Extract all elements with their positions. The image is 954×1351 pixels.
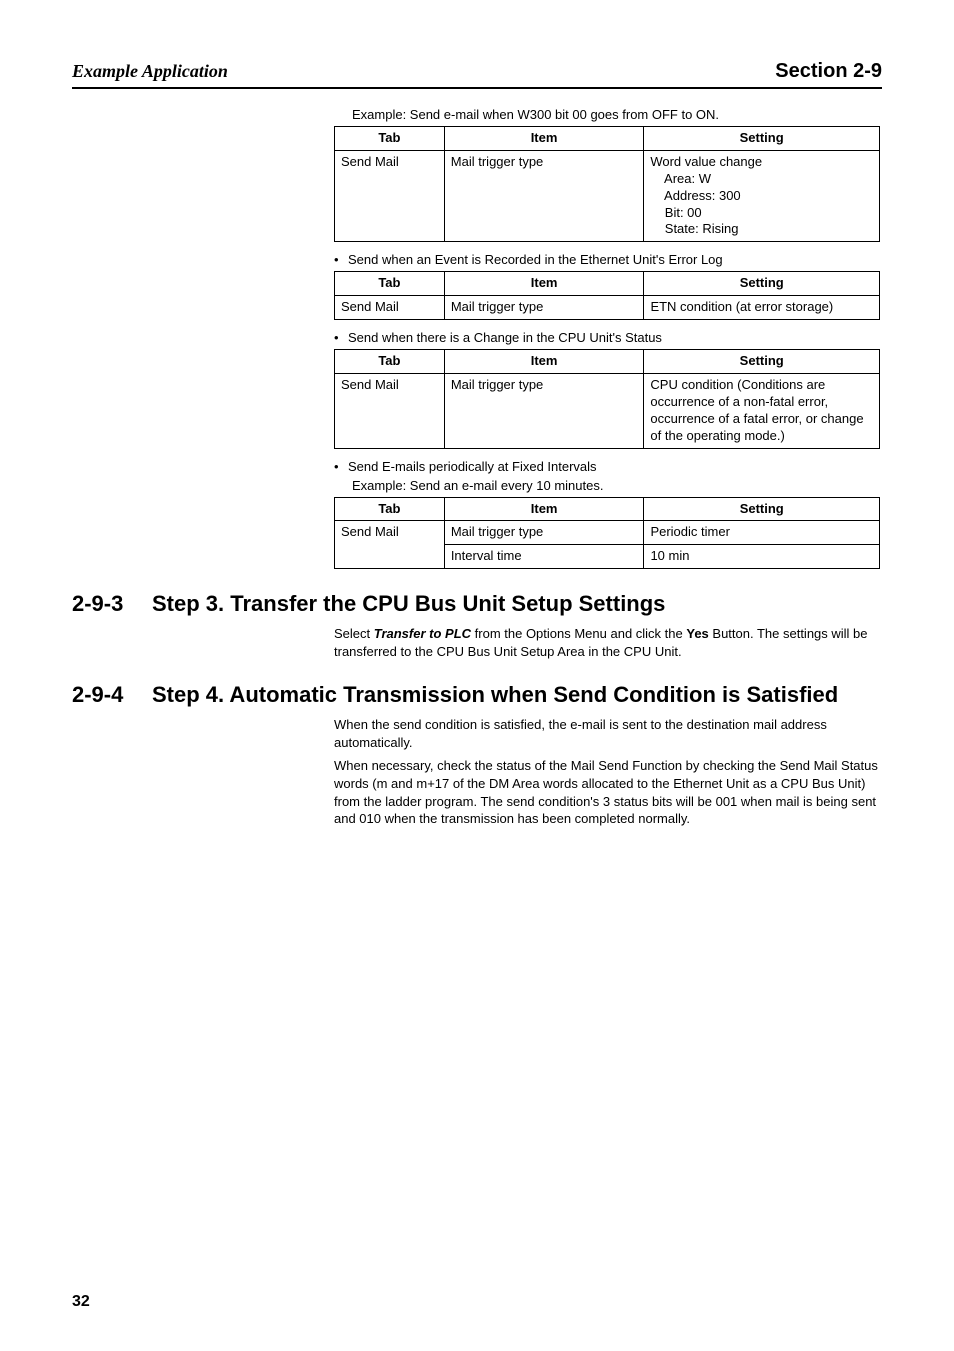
td-tab: Send Mail (335, 150, 445, 241)
text: Select (334, 626, 374, 641)
th-setting: Setting (644, 350, 880, 374)
th-setting: Setting (644, 127, 880, 151)
heading-2-9-3: 2-9-3 Step 3. Transfer the CPU Bus Unit … (72, 591, 882, 617)
heading-number: 2-9-4 (72, 682, 152, 708)
table-row: Send Mail Mail trigger type ETN conditio… (335, 296, 880, 320)
th-item: Item (444, 497, 644, 521)
table-row: Send Mail Mail trigger type Periodic tim… (335, 521, 880, 545)
td-setting: CPU condition (Conditions are occurrence… (644, 374, 880, 449)
bullet-text: Send when an Event is Recorded in the Et… (348, 252, 723, 267)
bullet-text: Send E-mails periodically at Fixed Inter… (348, 459, 597, 474)
td-item: Mail trigger type (444, 374, 644, 449)
paragraph: When the send condition is satisfied, th… (334, 716, 882, 751)
table-periodic-timer: Tab Item Setting Send Mail Mail trigger … (334, 497, 880, 570)
header-rule (72, 87, 882, 89)
td-item: Mail trigger type (444, 296, 644, 320)
td-item: Interval time (444, 545, 644, 569)
bullet-error-log: • Send when an Event is Recorded in the … (334, 252, 882, 267)
table-row: Send Mail Mail trigger type CPU conditio… (335, 374, 880, 449)
paragraph: When necessary, check the status of the … (334, 757, 882, 827)
td-item: Mail trigger type (444, 521, 644, 545)
td-tab: Send Mail (335, 296, 445, 320)
th-tab: Tab (335, 350, 445, 374)
td-setting: Word value change Area: W Address: 300 B… (644, 150, 880, 241)
heading-2-9-4: 2-9-4 Step 4. Automatic Transmission whe… (72, 682, 882, 708)
running-head-left: Example Application (72, 61, 228, 82)
running-head-right: Section 2-9 (775, 60, 882, 83)
th-item: Item (444, 272, 644, 296)
table-word-value-change: Tab Item Setting Send Mail Mail trigger … (334, 126, 880, 242)
th-item: Item (444, 127, 644, 151)
table-header-row: Tab Item Setting (335, 272, 880, 296)
heading-title: Step 3. Transfer the CPU Bus Unit Setup … (152, 591, 665, 617)
table-header-row: Tab Item Setting (335, 127, 880, 151)
td-item: Mail trigger type (444, 150, 644, 241)
th-setting: Setting (644, 497, 880, 521)
text-bold: Yes (686, 626, 708, 641)
text: from the Options Menu and click the (471, 626, 686, 641)
td-tab: Send Mail (335, 521, 445, 569)
td-setting: Periodic timer (644, 521, 880, 545)
td-setting: ETN condition (at error storage) (644, 296, 880, 320)
th-item: Item (444, 350, 644, 374)
th-tab: Tab (335, 497, 445, 521)
th-tab: Tab (335, 272, 445, 296)
th-setting: Setting (644, 272, 880, 296)
table-row: Send Mail Mail trigger type Word value c… (335, 150, 880, 241)
intro-example-line: Example: Send e-mail when W300 bit 00 go… (352, 107, 882, 122)
paragraph: Select Transfer to PLC from the Options … (334, 625, 882, 660)
table-header-row: Tab Item Setting (335, 350, 880, 374)
text-bold-italic: Transfer to PLC (374, 626, 471, 641)
bullet-text: Send when there is a Change in the CPU U… (348, 330, 662, 345)
table-header-row: Tab Item Setting (335, 497, 880, 521)
bullet-periodic: • Send E-mails periodically at Fixed Int… (334, 459, 882, 474)
heading-number: 2-9-3 (72, 591, 152, 617)
bullet-cpu-status: • Send when there is a Change in the CPU… (334, 330, 882, 345)
periodic-example-line: Example: Send an e-mail every 10 minutes… (352, 478, 882, 493)
table-etn-condition: Tab Item Setting Send Mail Mail trigger … (334, 271, 880, 320)
td-setting: 10 min (644, 545, 880, 569)
th-tab: Tab (335, 127, 445, 151)
heading-title: Step 4. Automatic Transmission when Send… (152, 682, 838, 708)
table-cpu-condition: Tab Item Setting Send Mail Mail trigger … (334, 349, 880, 448)
page-number: 32 (72, 1293, 90, 1311)
bullet-dot-icon: • (334, 330, 348, 345)
td-tab: Send Mail (335, 374, 445, 449)
bullet-dot-icon: • (334, 252, 348, 267)
bullet-dot-icon: • (334, 459, 348, 474)
